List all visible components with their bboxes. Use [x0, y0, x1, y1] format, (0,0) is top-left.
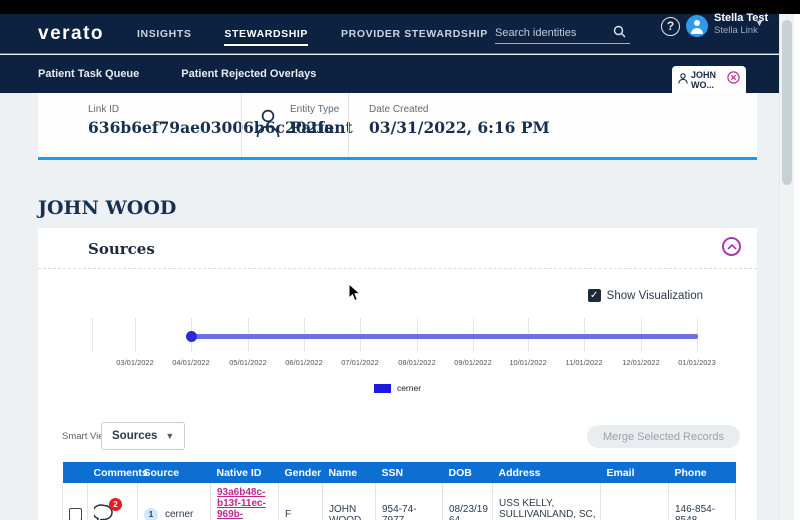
legend-swatch-cerner [374, 384, 391, 393]
show-visualization-checkbox[interactable]: ✓ [588, 289, 601, 302]
native-id-link[interactable]: 93a6b48c-b13f-11ec-969b-5ecd9c44174a [217, 487, 273, 520]
tick-label: 11/01/2022 [566, 358, 603, 367]
legend-label-cerner: cerner [397, 383, 421, 393]
search-input[interactable] [495, 25, 613, 43]
help-icon[interactable]: ? [661, 17, 680, 36]
sources-panel: Sources ✓ Show Visualization 03/01/2022 … [38, 228, 757, 520]
tick-label: 07/01/2022 [341, 358, 379, 367]
col-native-id: Native ID [211, 462, 279, 483]
collapse-panel-button[interactable] [722, 237, 741, 256]
table-controls-row: Smart View Sources ▼ Merge Selected Reco… [62, 422, 740, 452]
tick-label: 12/01/2022 [622, 358, 660, 367]
sources-panel-title: Sources [88, 240, 155, 258]
table-header-row: Comments Source Native ID Gender Name SS… [63, 462, 736, 483]
col-source: Source [138, 462, 211, 483]
person-icon [678, 71, 688, 89]
col-select [63, 462, 88, 483]
date-created-label: Date Created [369, 104, 757, 115]
entity-type-label: Entity Type [290, 104, 353, 115]
tick-label: 04/01/2022 [172, 358, 210, 367]
cell-gender: F [279, 483, 323, 520]
nav-item-stewardship[interactable]: STEWARDSHIP [224, 22, 308, 46]
page-scrollbar[interactable] [779, 14, 794, 520]
tick-label: 01/01/2023 [678, 358, 716, 367]
row-checkbox[interactable] [69, 508, 82, 520]
cell-phone: 146-854-8548 [669, 483, 736, 520]
merge-selected-records-button[interactable]: Merge Selected Records [587, 425, 740, 448]
col-dob: DOB [443, 462, 493, 483]
subnav-item-patient-task-queue[interactable]: Patient Task Queue [38, 68, 139, 80]
show-visualization-label: Show Visualization [607, 290, 703, 302]
table-row: 2 1 cerner 93a6b48c-b13f-11ec-969b-5ecd9… [63, 483, 736, 520]
cell-name: JOHN WOOD [323, 483, 376, 520]
smart-view-select[interactable]: Sources ▼ [101, 422, 185, 450]
entity-type-section: Entity Type Patient [241, 93, 348, 157]
tick-label: 09/01/2022 [454, 358, 492, 367]
search-icon[interactable] [613, 25, 626, 43]
source-timeline-chart: 03/01/2022 04/01/2022 05/01/2022 06/01/2… [38, 318, 757, 368]
col-address: Address [493, 462, 601, 483]
chevron-up-icon [727, 244, 737, 250]
comments-button[interactable]: 2 [94, 504, 116, 520]
sources-table: Comments Source Native ID Gender Name SS… [62, 462, 736, 520]
col-comments: Comments [88, 462, 138, 483]
col-name: Name [323, 462, 376, 483]
chart-legend: cerner [38, 383, 757, 393]
entity-chip-label: JOHN WO... [691, 70, 723, 90]
window-right-gutter [794, 14, 800, 520]
col-email: Email [601, 462, 669, 483]
panel-divider [38, 268, 757, 269]
source-name: cerner [165, 509, 193, 520]
col-ssn: SSN [376, 462, 443, 483]
date-created-section: Date Created 03/31/2022, 6:16 PM [348, 93, 757, 157]
cell-email [601, 483, 669, 520]
gridline [135, 318, 136, 352]
smart-view-value: Sources [112, 430, 157, 442]
timeline-start-point[interactable] [186, 331, 197, 342]
show-visualization-toggle[interactable]: ✓ Show Visualization [588, 289, 703, 302]
link-id-value: 636b6ef79ae03006b6c202fa [88, 118, 241, 137]
nav-item-insights[interactable]: INSIGHTS [137, 22, 191, 46]
col-phone: Phone [669, 462, 736, 483]
entity-type-value: Patient [290, 118, 353, 137]
cell-ssn: 954-74-7977 [376, 483, 443, 520]
secondary-navbar: Patient Task Queue Patient Rejected Over… [0, 55, 779, 93]
tick-label: 06/01/2022 [285, 358, 323, 367]
identity-search[interactable] [495, 25, 630, 44]
tick-label: 05/01/2022 [229, 358, 267, 367]
timeline-series-cerner[interactable] [191, 334, 698, 339]
patient-icon [254, 108, 282, 157]
window-top-strip [0, 0, 800, 14]
page-title: JOHN WOOD [38, 197, 176, 219]
tick-label: 10/01/2022 [509, 358, 547, 367]
nav-item-provider-stewardship[interactable]: PROVIDER STEWARDSHIP [341, 22, 488, 46]
close-icon[interactable] [727, 71, 740, 89]
cell-dob: 08/23/1964 [443, 483, 493, 520]
chevron-down-icon: ▼ [165, 431, 174, 441]
entity-tab-chip[interactable]: JOHN WO... [672, 66, 746, 93]
avatar[interactable] [686, 15, 708, 37]
col-gender: Gender [279, 462, 323, 483]
comment-count-badge: 2 [109, 498, 122, 511]
scrollbar-thumb[interactable] [782, 20, 792, 185]
identity-summary-card: Link ID 636b6ef79ae03006b6c202fa Entity … [38, 93, 757, 160]
tick-label: 03/01/2022 [116, 358, 154, 367]
link-id-label: Link ID [88, 104, 241, 115]
cell-address: USS KELLY, SULLIVANLAND, SC, 44556 [493, 483, 601, 520]
date-created-value: 03/31/2022, 6:16 PM [369, 118, 757, 137]
tick-label: 08/01/2022 [398, 358, 436, 367]
link-id-section: Link ID 636b6ef79ae03006b6c202fa [38, 93, 241, 157]
verato-logo: verato [38, 23, 104, 45]
subnav-item-patient-rejected-overlays[interactable]: Patient Rejected Overlays [181, 68, 316, 80]
source-count-badge: 1 [144, 508, 158, 520]
main-nav: INSIGHTS STEWARDSHIP PROVIDER STEWARDSHI… [137, 22, 488, 46]
chevron-down-icon[interactable]: ▼ [755, 18, 764, 28]
gridline [92, 318, 93, 352]
top-navbar: verato INSIGHTS STEWARDSHIP PROVIDER STE… [0, 14, 779, 54]
